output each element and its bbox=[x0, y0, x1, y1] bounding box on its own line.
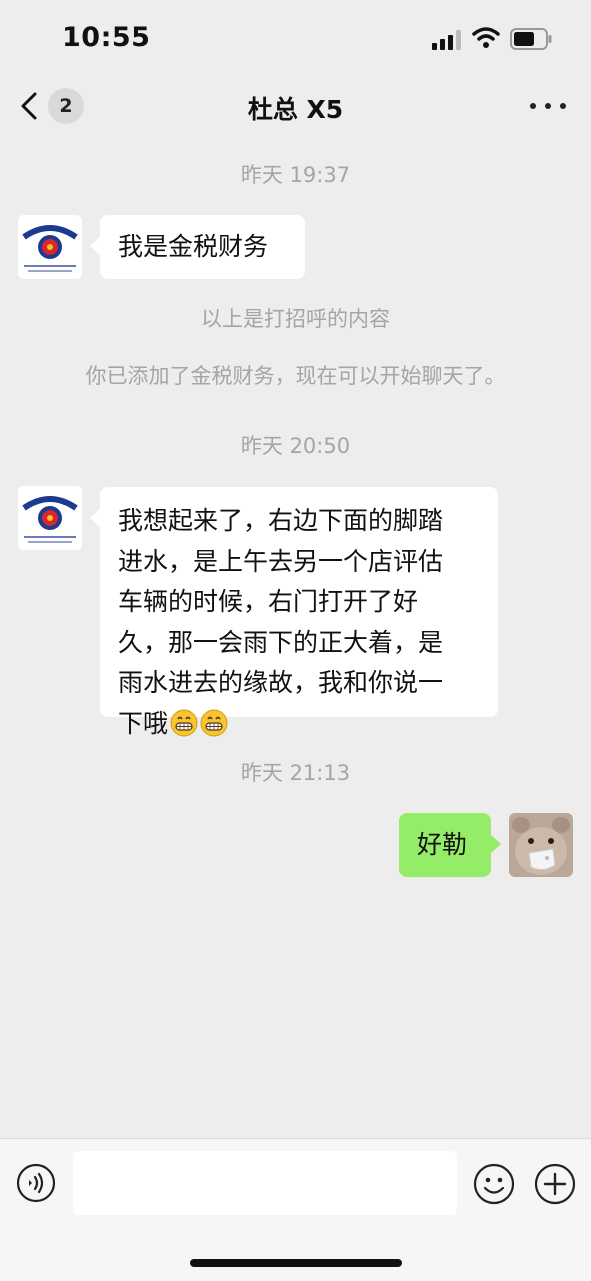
chat-title: 杜总 X5 bbox=[247, 95, 344, 124]
grinning-face-emoji-icon bbox=[170, 709, 198, 736]
message-timestamp: 昨天 19:37 bbox=[240, 163, 351, 187]
contact-avatar[interactable] bbox=[18, 486, 82, 550]
status-time: 10:55 bbox=[62, 22, 151, 53]
message-line: 久，那一会雨下的正大着，是 bbox=[118, 627, 444, 657]
more-dots-icon bbox=[530, 103, 536, 109]
more-options-button[interactable] bbox=[530, 92, 566, 120]
wifi-icon bbox=[472, 27, 500, 48]
system-notice: 你已添加了金税财务，现在可以开始聊天了。 bbox=[85, 364, 506, 388]
grinning-face-emoji-icon bbox=[200, 709, 228, 736]
plus-icon[interactable] bbox=[534, 1163, 576, 1205]
emoji-icon[interactable] bbox=[473, 1163, 515, 1205]
message-line: 进水，是上午去另一个店评估 bbox=[118, 546, 444, 576]
outgoing-message-bubble[interactable]: 好勒 bbox=[399, 813, 501, 877]
system-notice: 以上是打招呼的内容 bbox=[201, 307, 390, 331]
message-line: 雨水进去的缘故，我和你说一 bbox=[118, 668, 444, 697]
message-timestamp: 昨天 20:50 bbox=[240, 434, 351, 458]
message-text: 好勒 bbox=[417, 830, 468, 859]
company-logo-icon bbox=[18, 215, 82, 279]
message-input[interactable] bbox=[73, 1151, 457, 1215]
my-avatar[interactable] bbox=[509, 813, 573, 877]
message-text: 我是金税财务 bbox=[118, 232, 269, 261]
user-photo-icon bbox=[509, 813, 573, 877]
message-timestamp: 昨天 21:13 bbox=[240, 761, 351, 785]
message-line: 下哦 bbox=[118, 708, 169, 738]
message-line: 我想起来了，右边下面的脚踏 bbox=[118, 506, 444, 535]
home-indicator[interactable] bbox=[190, 1259, 402, 1267]
incoming-message-bubble[interactable]: 我是金税财务 bbox=[90, 215, 305, 279]
message-line: 车辆的时候，右门打开了好 bbox=[118, 587, 419, 616]
contact-avatar[interactable] bbox=[18, 215, 82, 279]
signal-icon bbox=[432, 30, 461, 50]
voice-icon[interactable] bbox=[16, 1163, 56, 1203]
incoming-message-bubble[interactable]: 我想起来了，右边下面的脚踏 进水，是上午去另一个店评估 车辆的时候，右门打开了好… bbox=[90, 487, 498, 738]
company-logo-icon bbox=[18, 486, 82, 550]
battery-icon bbox=[510, 28, 552, 50]
chat-header: 2 杜总 X5 bbox=[0, 80, 591, 132]
status-bar: 10:55 bbox=[0, 0, 591, 80]
